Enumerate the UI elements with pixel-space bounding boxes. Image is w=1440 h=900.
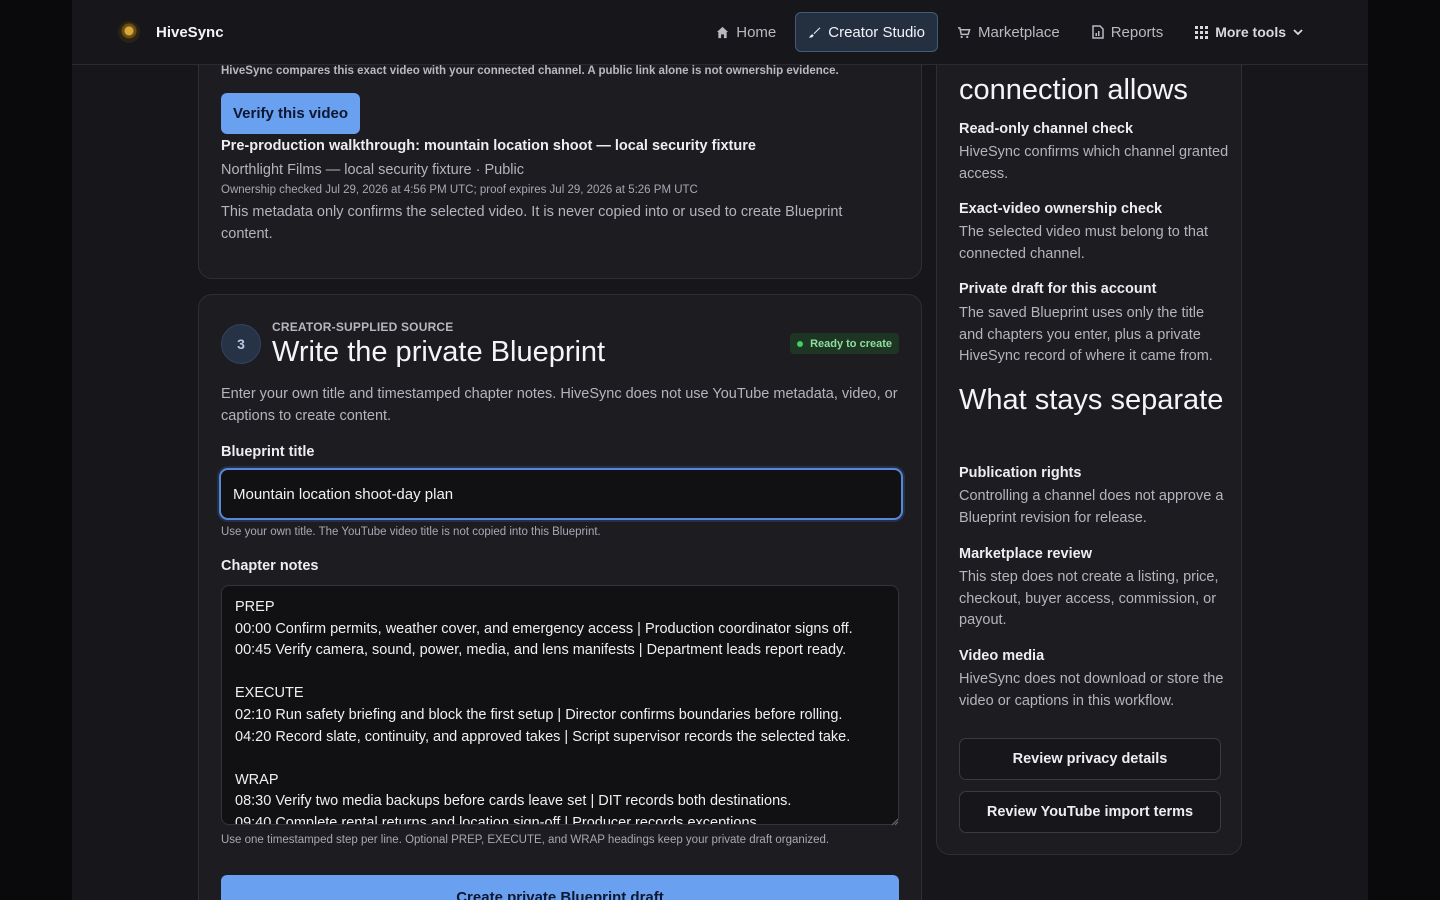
nav-home[interactable]: Home <box>703 12 789 52</box>
section-eyebrow: CREATOR-SUPPLIED SOURCE <box>272 320 454 334</box>
nav-marketplace-label: Marketplace <box>977 23 1060 41</box>
grid-icon <box>1195 25 1209 39</box>
main-nav: Home Creator Studio Marketplace Reports <box>703 12 1316 52</box>
nav-more-tools[interactable]: More tools <box>1182 12 1316 52</box>
chapter-notes-label: Chapter notes <box>221 558 319 574</box>
channel-line: Northlight Films — local security fixtur… <box>221 162 524 178</box>
nav-reports-label: Reports <box>1110 23 1164 41</box>
review-youtube-terms-button[interactable]: Review YouTube import terms <box>959 791 1221 833</box>
allows-heading: connection allows <box>959 74 1188 106</box>
cart-icon <box>957 26 971 39</box>
allows-item-title: Exact-video ownership check <box>959 201 1163 217</box>
blueprint-title-input[interactable] <box>219 468 903 520</box>
separate-item-text: Controlling a channel does not approve a… <box>959 488 1224 526</box>
resize-handle-icon[interactable] <box>889 813 899 826</box>
allows-item-title: Private draft for this account <box>959 281 1157 297</box>
separate-item-title: Publication rights <box>959 465 1082 481</box>
brush-icon <box>808 26 821 39</box>
report-icon <box>1091 25 1104 39</box>
chapter-notes-hint: Use one timestamped step per line. Optio… <box>221 834 830 846</box>
write-blueprint-card: 3 CREATOR-SUPPLIED SOURCE Write the priv… <box>198 294 922 900</box>
allows-item-text: HiveSync confirms which channel granted … <box>959 144 1229 182</box>
separate-item-text: This step does not create a listing, pri… <box>959 569 1219 629</box>
hivesync-logo-icon <box>118 21 140 43</box>
separate-item-text: HiveSync does not download or store the … <box>959 671 1224 709</box>
ready-status-badge: Ready to create <box>790 333 899 354</box>
allows-item-text: The selected video must belong to that c… <box>959 224 1209 262</box>
home-icon <box>716 26 729 39</box>
brand[interactable]: HiveSync <box>118 21 224 43</box>
nav-marketplace[interactable]: Marketplace <box>944 12 1073 52</box>
app-window: HiveSync compares this exact video with … <box>72 0 1368 900</box>
create-blueprint-button[interactable]: Create private Blueprint draft <box>221 875 899 900</box>
section-title: Write the private Blueprint <box>272 336 606 368</box>
nav-reports[interactable]: Reports <box>1079 12 1177 52</box>
video-title: Pre-production walkthrough: mountain loc… <box>221 138 756 154</box>
verify-note: HiveSync compares this exact video with … <box>221 65 839 77</box>
chevron-down-icon <box>1293 28 1303 36</box>
nav-more-tools-label: More tools <box>1215 24 1286 40</box>
nav-home-label: Home <box>736 23 777 41</box>
brand-name: HiveSync <box>156 23 224 41</box>
step-number-badge: 3 <box>221 324 261 364</box>
nav-creator-studio-label: Creator Studio <box>828 23 925 41</box>
allows-item-title: Read-only channel check <box>959 121 1134 137</box>
section-intro: Enter your own title and timestamped cha… <box>221 386 898 424</box>
nav-creator-studio[interactable]: Creator Studio <box>795 12 938 52</box>
separate-heading: What stays separate <box>959 384 1224 416</box>
info-side-panel: connection allows Read-only channel chec… <box>936 0 1242 855</box>
metadata-note: This metadata only confirms the selected… <box>221 204 843 242</box>
ready-status-label: Ready to create <box>810 337 892 350</box>
review-privacy-button[interactable]: Review privacy details <box>959 738 1221 780</box>
blueprint-title-label: Blueprint title <box>221 444 315 460</box>
blueprint-title-hint: Use your own title. The YouTube video ti… <box>221 526 601 538</box>
allows-item-text: The saved Blueprint uses only the title … <box>959 305 1213 365</box>
ownership-line: Ownership checked Jul 29, 2026 at 4:56 P… <box>221 184 698 196</box>
verify-video-button[interactable]: Verify this video <box>221 93 360 134</box>
chapter-notes-textarea[interactable]: PREP 00:00 Confirm permits, weather cove… <box>221 585 899 825</box>
separate-item-title: Marketplace review <box>959 546 1092 562</box>
separate-item-title: Video media <box>959 648 1045 664</box>
status-dot-icon <box>797 340 804 347</box>
top-navigation-bar: HiveSync Home Creator Studio Marketplace <box>72 0 1368 65</box>
